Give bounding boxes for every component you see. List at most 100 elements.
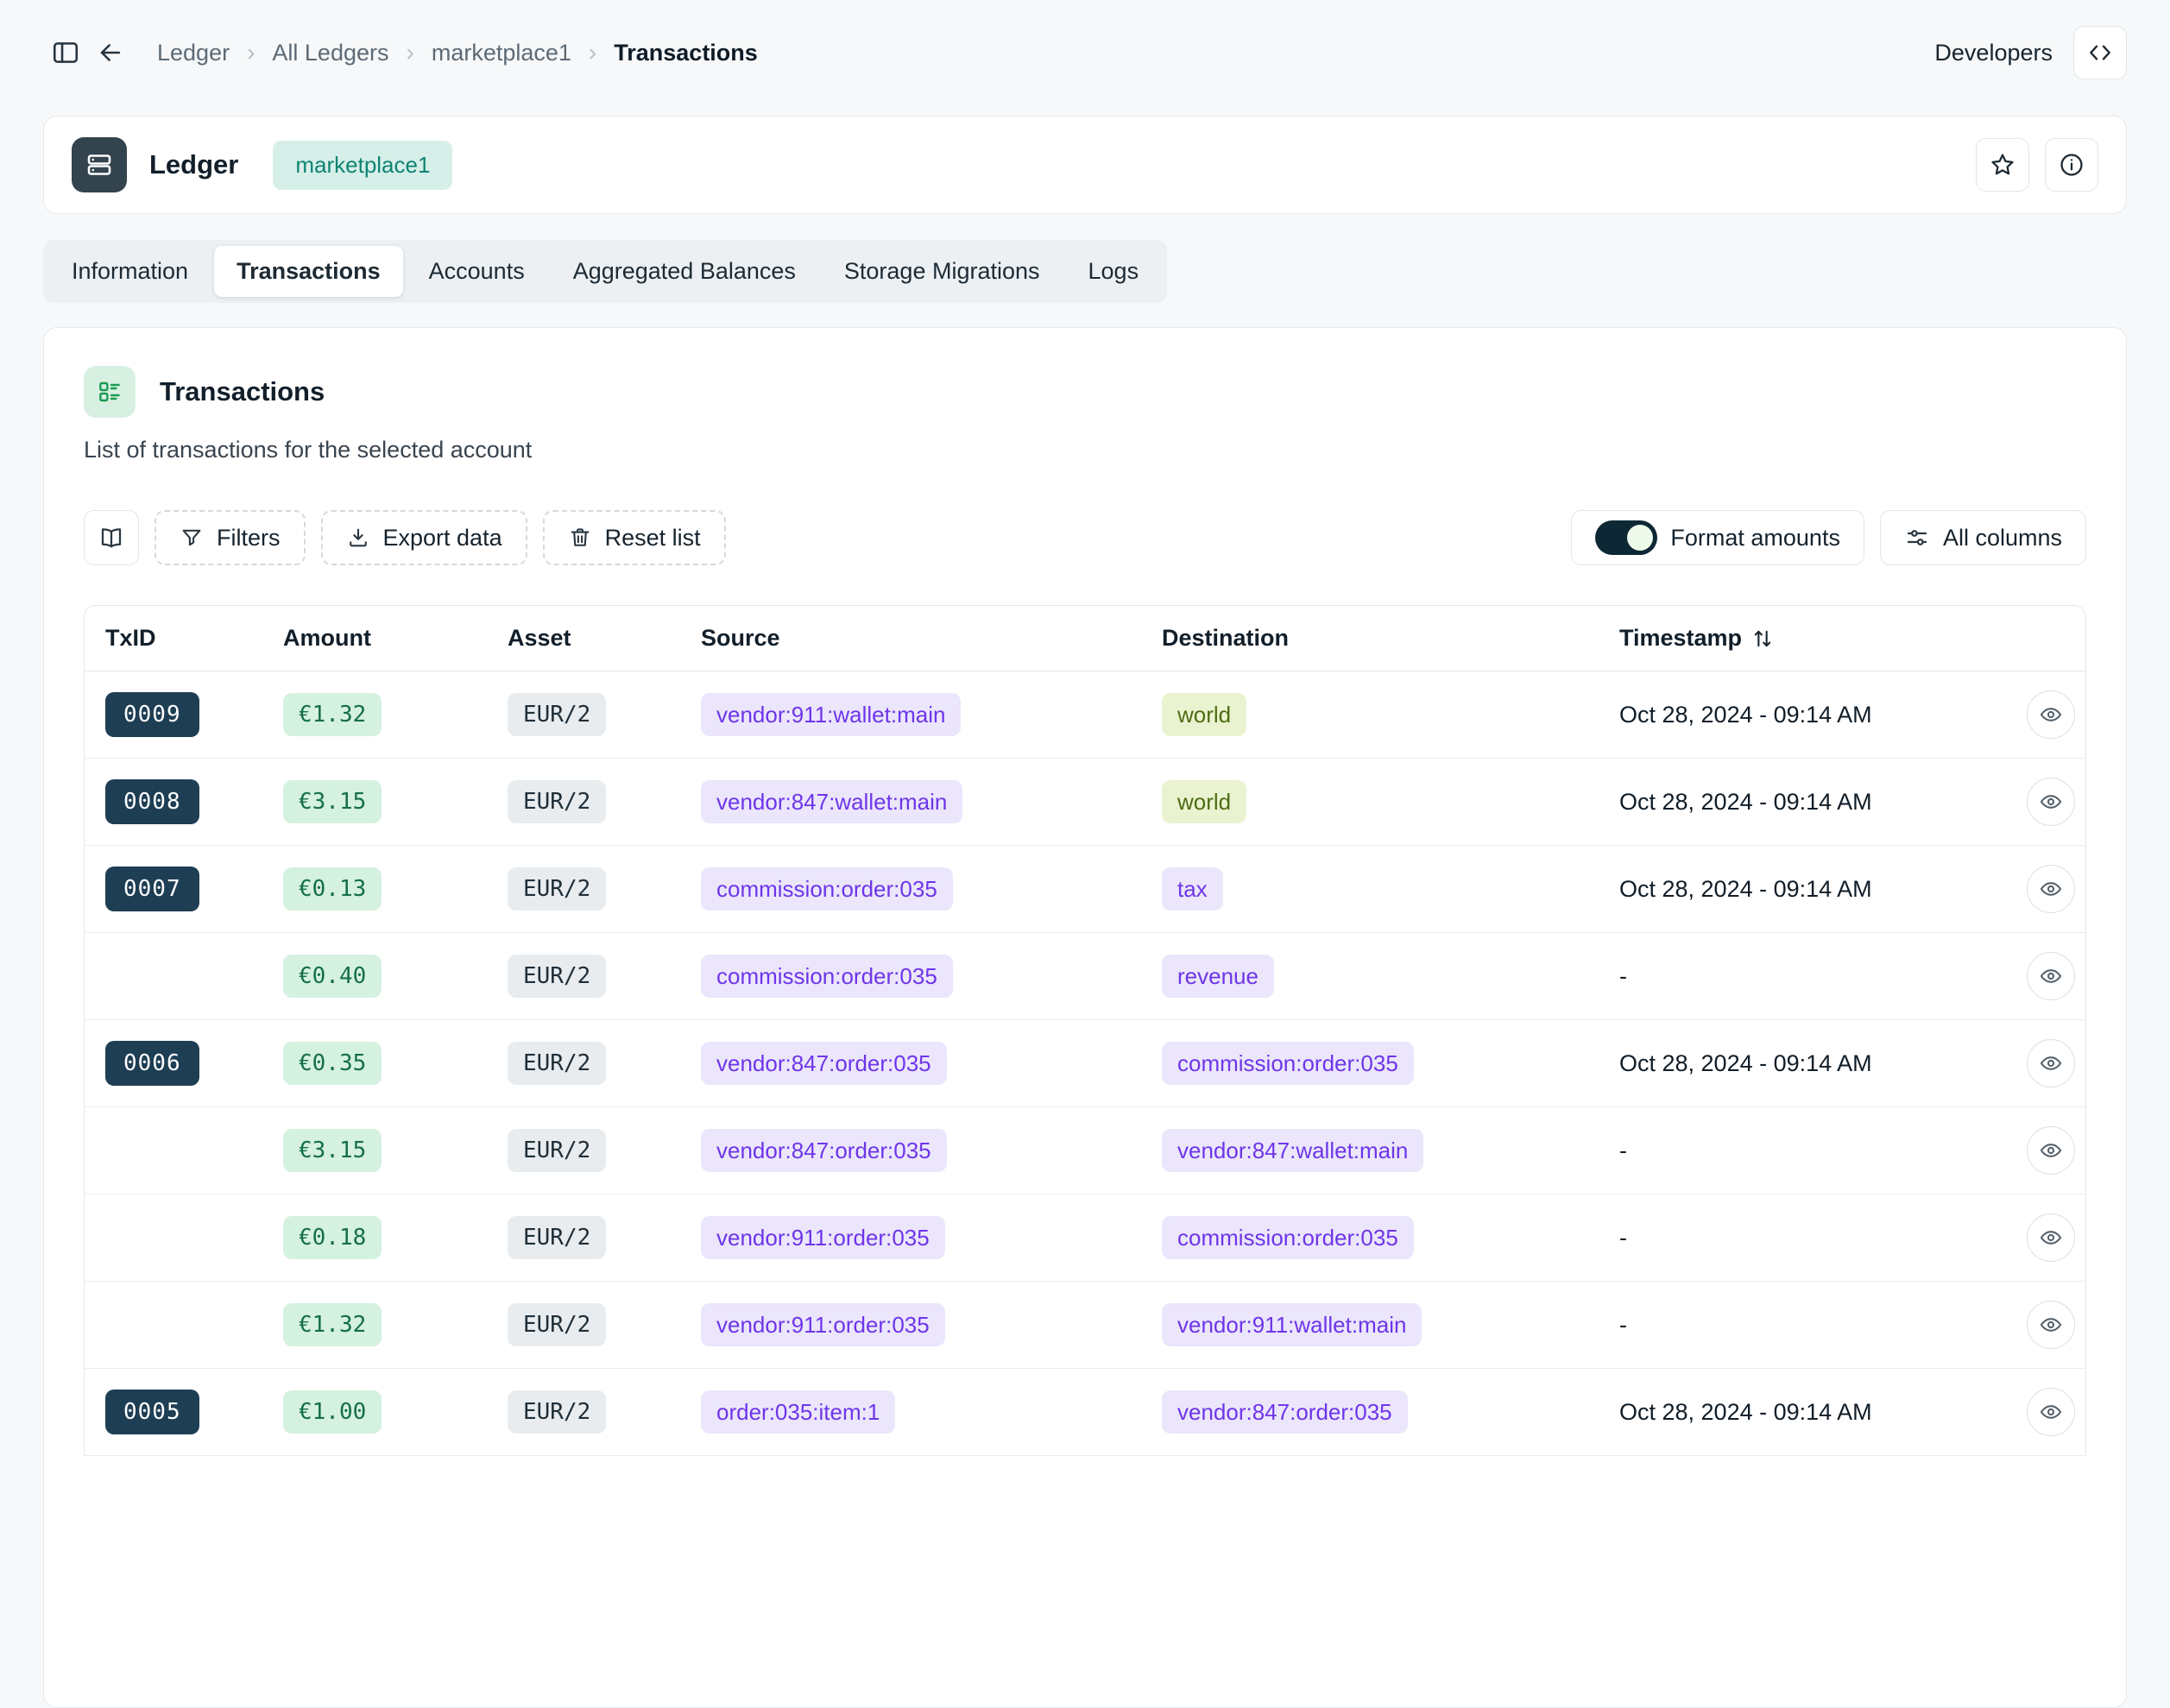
tab-accounts[interactable]: Accounts: [407, 246, 547, 297]
view-transaction-button[interactable]: [2027, 778, 2075, 826]
ledger-header-card: Ledger marketplace1: [43, 116, 2127, 214]
column-header-destination: Destination: [1162, 625, 1619, 652]
docs-button[interactable]: [84, 510, 139, 565]
timestamp-cell: -: [1619, 1312, 1989, 1339]
amount-badge: €1.32: [283, 1303, 382, 1346]
txid-badge[interactable]: 0005: [105, 1390, 199, 1434]
transactions-panel: Transactions List of transactions for th…: [43, 327, 2127, 1708]
txid-badge[interactable]: 0006: [105, 1041, 199, 1086]
eye-icon: [2039, 877, 2063, 901]
eye-icon: [2039, 1313, 2063, 1337]
info-button[interactable]: [2045, 138, 2098, 192]
breadcrumb-item-transactions: Transactions: [614, 40, 758, 66]
view-transaction-button[interactable]: [2027, 690, 2075, 739]
filters-button[interactable]: Filters: [155, 510, 306, 565]
tab-information[interactable]: Information: [49, 246, 211, 297]
export-data-button[interactable]: Export data: [321, 510, 527, 565]
source-badge[interactable]: commission:order:035: [701, 955, 953, 998]
asset-badge: EUR/2: [508, 780, 606, 823]
view-transaction-button[interactable]: [2027, 1213, 2075, 1262]
breadcrumb-item-marketplace1[interactable]: marketplace1: [432, 40, 571, 66]
view-transaction-button[interactable]: [2027, 952, 2075, 1000]
chevron-right-icon: ›: [247, 39, 255, 66]
sort-icon[interactable]: [1751, 627, 1775, 651]
asset-badge: EUR/2: [508, 693, 606, 736]
source-badge[interactable]: order:035:item:1: [701, 1390, 895, 1434]
back-button[interactable]: [88, 30, 133, 75]
toggle-on-icon: [1595, 520, 1657, 555]
view-transaction-button[interactable]: [2027, 1039, 2075, 1087]
source-badge[interactable]: vendor:847:wallet:main: [701, 780, 962, 823]
developers-link[interactable]: Developers: [1934, 40, 2053, 66]
destination-badge[interactable]: tax: [1162, 867, 1223, 911]
table-row[interactable]: 0005 €1.00 EUR/2 order:035:item:1 vendor…: [85, 1369, 2085, 1456]
txid-badge[interactable]: 0009: [105, 692, 199, 737]
table-row[interactable]: 0006 €0.35 EUR/2 vendor:847:order:035 co…: [85, 1020, 2085, 1107]
breadcrumb-item-ledger[interactable]: Ledger: [157, 40, 230, 66]
source-badge[interactable]: commission:order:035: [701, 867, 953, 911]
all-columns-label: All columns: [1943, 525, 2062, 551]
view-transaction-button[interactable]: [2027, 865, 2075, 913]
eye-icon: [2039, 1138, 2063, 1163]
panel-title: Transactions: [160, 376, 325, 407]
tab-transactions[interactable]: Transactions: [214, 246, 403, 297]
format-amounts-toggle[interactable]: Format amounts: [1571, 510, 1864, 565]
asset-badge: EUR/2: [508, 1303, 606, 1346]
table-row[interactable]: €0.40 EUR/2 commission:order:035 revenue…: [85, 933, 2085, 1020]
table-row[interactable]: €0.18 EUR/2 vendor:911:order:035 commiss…: [85, 1194, 2085, 1282]
all-columns-button[interactable]: All columns: [1880, 510, 2086, 565]
timestamp-cell: Oct 28, 2024 - 09:14 AM: [1619, 702, 1989, 728]
timestamp-cell: Oct 28, 2024 - 09:14 AM: [1619, 876, 1989, 903]
table-row[interactable]: €3.15 EUR/2 vendor:847:order:035 vendor:…: [85, 1107, 2085, 1194]
column-header-source: Source: [701, 625, 1162, 652]
view-transaction-button[interactable]: [2027, 1301, 2075, 1349]
destination-badge[interactable]: world: [1162, 693, 1246, 736]
column-header-timestamp[interactable]: Timestamp: [1619, 625, 1989, 652]
source-badge[interactable]: vendor:911:order:035: [701, 1303, 945, 1346]
chevron-right-icon: ›: [589, 39, 596, 66]
amount-badge: €0.18: [283, 1216, 382, 1259]
source-badge[interactable]: vendor:847:order:035: [701, 1129, 947, 1172]
book-icon: [98, 525, 124, 551]
destination-badge[interactable]: world: [1162, 780, 1246, 823]
table-row[interactable]: 0007 €0.13 EUR/2 commission:order:035 ta…: [85, 846, 2085, 933]
txid-badge[interactable]: 0008: [105, 779, 199, 824]
destination-badge[interactable]: commission:order:035: [1162, 1216, 1414, 1259]
eye-icon: [2039, 1400, 2063, 1424]
sidebar-toggle-button[interactable]: [43, 30, 88, 75]
destination-badge[interactable]: vendor:911:wallet:main: [1162, 1303, 1422, 1346]
info-icon: [2058, 151, 2085, 179]
breadcrumb-item-all-ledgers[interactable]: All Ledgers: [272, 40, 388, 66]
destination-badge[interactable]: revenue: [1162, 955, 1274, 998]
table-row[interactable]: 0008 €3.15 EUR/2 vendor:847:wallet:main …: [85, 759, 2085, 846]
source-badge[interactable]: vendor:911:wallet:main: [701, 693, 961, 736]
developer-console-button[interactable]: [2073, 26, 2127, 79]
view-transaction-button[interactable]: [2027, 1126, 2075, 1175]
destination-badge[interactable]: vendor:847:wallet:main: [1162, 1129, 1423, 1172]
tab-storage-migrations[interactable]: Storage Migrations: [822, 246, 1063, 297]
chevron-right-icon: ›: [407, 39, 414, 66]
column-header-asset: Asset: [508, 625, 701, 652]
txid-badge[interactable]: 0007: [105, 867, 199, 911]
source-badge[interactable]: vendor:911:order:035: [701, 1216, 945, 1259]
asset-badge: EUR/2: [508, 1129, 606, 1172]
source-badge[interactable]: vendor:847:order:035: [701, 1042, 947, 1085]
destination-badge[interactable]: commission:order:035: [1162, 1042, 1414, 1085]
table-header-row: TxID Amount Asset Source Destination Tim…: [85, 606, 2085, 671]
tab-aggregated-balances[interactable]: Aggregated Balances: [551, 246, 818, 297]
tab-logs[interactable]: Logs: [1066, 246, 1162, 297]
view-transaction-button[interactable]: [2027, 1388, 2075, 1436]
eye-icon: [2039, 790, 2063, 814]
reset-list-button[interactable]: Reset list: [543, 510, 726, 565]
timestamp-cell: -: [1619, 963, 1989, 990]
table-row[interactable]: €1.32 EUR/2 vendor:911:order:035 vendor:…: [85, 1282, 2085, 1369]
favorite-button[interactable]: [1976, 138, 2029, 192]
amount-badge: €1.00: [283, 1390, 382, 1434]
format-amounts-label: Format amounts: [1670, 525, 1840, 551]
destination-badge[interactable]: vendor:847:order:035: [1162, 1390, 1408, 1434]
transactions-table: TxID Amount Asset Source Destination Tim…: [84, 605, 2086, 1456]
ledger-icon: [72, 137, 127, 192]
amount-badge: €0.40: [283, 955, 382, 998]
table-row[interactable]: 0009 €1.32 EUR/2 vendor:911:wallet:main …: [85, 671, 2085, 759]
table-toolbar: Filters Export data Reset list Format am…: [84, 510, 2086, 565]
